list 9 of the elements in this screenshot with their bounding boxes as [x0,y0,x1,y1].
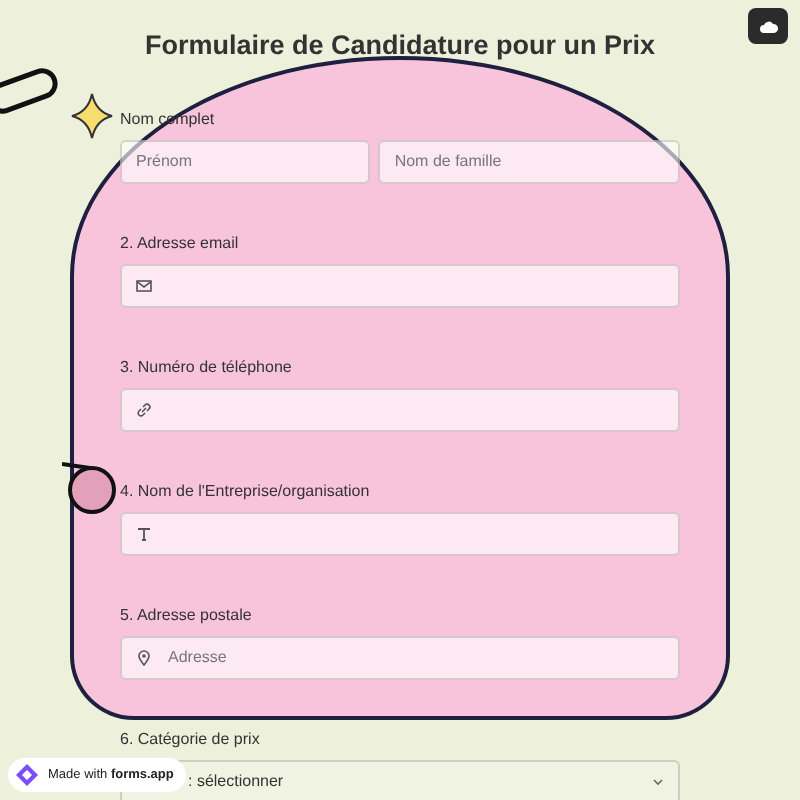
field-label: 2. Adresse email [120,234,239,254]
form-title: Formulaire de Candidature pour un Prix [144,30,656,62]
field-label: 6. Catégorie de prix [120,730,260,750]
input-field[interactable]: Prénom [120,140,371,184]
input-field[interactable]: Adresse [120,636,680,680]
input-field[interactable]: Nom de famille [378,140,680,184]
field-label: 4. Nom de l'Entreprise/organisation [120,482,370,502]
field-label: 5. Adresse postale [120,606,252,626]
field-label: 3. Numéro de téléphone [120,358,292,378]
